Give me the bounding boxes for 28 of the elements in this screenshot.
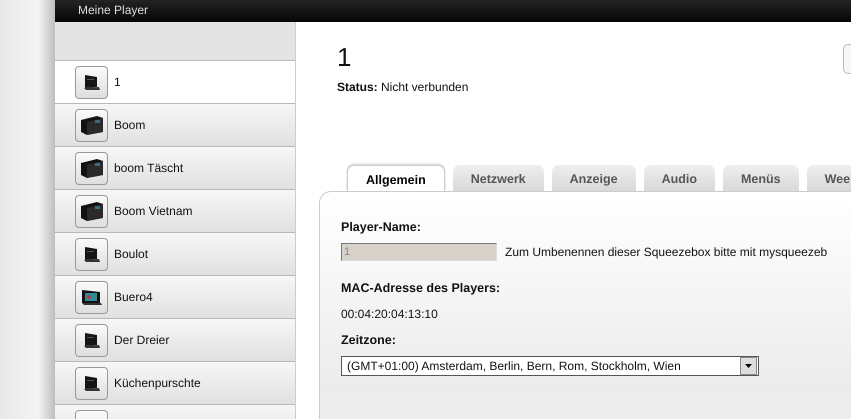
tab[interactable]: Wee xyxy=(806,165,851,191)
player-list-item[interactable]: Küchenpurschte xyxy=(55,362,295,405)
player-list-item[interactable]: Boom xyxy=(55,104,295,147)
touchscreen-device-icon xyxy=(80,287,104,307)
boombox-icon xyxy=(78,200,104,222)
boombox-icon xyxy=(78,114,104,136)
boombox-icon xyxy=(78,157,104,179)
hint-text: Zum Umbenennen dieser Squeezebox bitte mit mysqueezeb xyxy=(505,245,828,259)
field-label: MAC-Adresse des Players: xyxy=(341,281,502,295)
player-list-item[interactable]: Boom Vietnam xyxy=(55,190,295,233)
tab[interactable]: Allgemein xyxy=(347,165,445,191)
player-list-item[interactable]: Der Dreier xyxy=(55,319,295,362)
status-text: Status: Nicht verbunden xyxy=(337,80,468,94)
tab[interactable]: Anzeige xyxy=(552,165,636,191)
tab[interactable]: Menüs xyxy=(723,165,799,191)
player-list-item[interactable]: boom Täscht xyxy=(55,147,295,190)
player-list-item[interactable]: 1 xyxy=(55,61,295,104)
tab[interactable]: Netzwerk xyxy=(452,165,544,191)
window-title: Meine Player xyxy=(78,2,148,16)
player-list-item[interactable]: Boulot xyxy=(55,233,295,276)
field-label: Player-Name: xyxy=(341,220,422,234)
field-label: Zeitzone: xyxy=(341,333,397,347)
player-list-item[interactable]: Buero4 xyxy=(55,276,295,319)
tab[interactable]: Audio xyxy=(644,165,715,191)
player-title: 1 xyxy=(337,42,352,72)
mac-address: 00:04:20:04:13:10 xyxy=(341,307,439,321)
timezone-select[interactable]: (GMT+01:00) Amsterdam, Berlin, Bern, Rom, Stockholm, Wien xyxy=(341,356,759,376)
dropdown-icon xyxy=(745,364,752,368)
